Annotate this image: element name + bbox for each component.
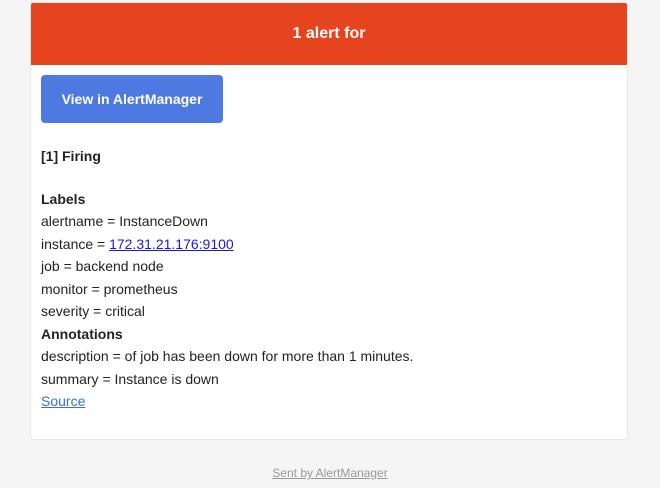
label-alertname-key: alertname =: [41, 213, 120, 229]
label-job-key: job =: [41, 258, 76, 274]
annotation-summary-key: summary =: [41, 370, 115, 387]
view-in-alertmanager-button[interactable]: View in AlertManager: [41, 75, 223, 123]
labels-title: Labels: [41, 190, 86, 207]
alert-header-title: 1 alert for: [292, 25, 366, 42]
label-job-value: backend node: [75, 258, 164, 274]
label-severity: severity = critical: [41, 300, 617, 323]
annotation-description-value: of job has been down for more than 1 min…: [124, 348, 414, 364]
label-alertname-value: InstanceDown: [119, 213, 208, 229]
label-monitor-value: prometheus: [103, 280, 178, 297]
label-instance-key: instance =: [41, 235, 110, 252]
alert-header: 1 alert for: [31, 3, 627, 65]
label-job: job = backend node: [41, 255, 617, 278]
label-monitor-key: monitor =: [41, 280, 104, 297]
label-monitor: monitor = prometheus: [41, 278, 617, 301]
annotations-title: Annotations: [41, 325, 123, 342]
footer: Sent by AlertManager: [0, 466, 660, 480]
label-instance: instance = 172.31.21.176:9100: [41, 233, 617, 256]
alert-email-card: 1 alert for View in AlertManager [1] Fir…: [30, 2, 628, 440]
annotation-description-key: description =: [41, 348, 125, 364]
sent-by-alertmanager-link[interactable]: Sent by AlertManager: [272, 466, 387, 480]
alert-content: View in AlertManager [1] Firing Labels a…: [31, 65, 627, 413]
annotation-summary-value: Instance is down: [114, 370, 219, 387]
firing-title: [1] Firing: [41, 148, 101, 164]
label-severity-value: critical: [105, 303, 145, 319]
annotation-description: description = of job has been down for m…: [41, 345, 617, 368]
annotation-summary: summary = Instance is down: [41, 368, 617, 391]
label-alertname: alertname = InstanceDown: [41, 210, 617, 233]
instance-link[interactable]: 172.31.21.176:9100: [109, 236, 234, 252]
label-severity-key: severity =: [41, 303, 106, 319]
source-link[interactable]: Source: [41, 393, 85, 409]
source-row: Source: [41, 390, 617, 413]
